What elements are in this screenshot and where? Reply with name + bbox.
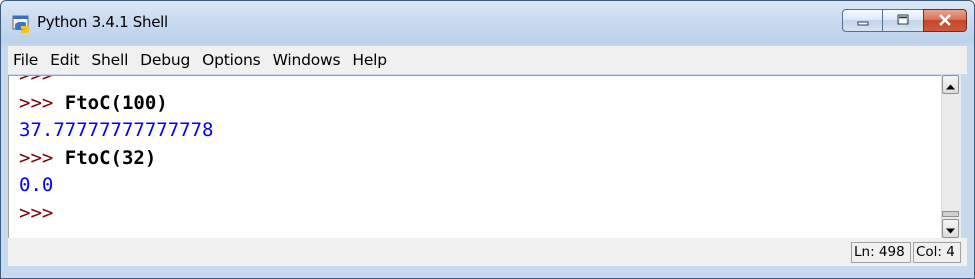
shell-result: 0.0 [19,174,54,196]
menu-help[interactable]: Help [346,51,393,69]
shell-line: 37.77777777777778 [19,119,213,141]
shell-line: >>> FtoC(100) [19,92,168,114]
minimize-button[interactable] [842,9,883,32]
arrow-up-icon [946,75,955,94]
maximize-button[interactable] [882,9,924,32]
menu-bar: File Edit Shell Debug Options Windows He… [8,46,967,74]
menu-options[interactable]: Options [196,51,266,69]
shell-result: 37.77777777777778 [19,119,214,141]
scrollbar-thumb[interactable] [942,211,959,217]
shell-prompt: >>> [19,75,54,86]
menu-windows[interactable]: Windows [267,51,347,69]
shell-line: >>> [19,202,53,224]
shell-line: >>> [19,75,54,86]
caption-buttons [842,9,967,32]
menu-edit[interactable]: Edit [44,51,85,69]
shell-line: >>> FtoC(32) [19,147,156,169]
shell-command: FtoC(32) [64,146,157,169]
arrow-down-icon [946,219,955,238]
shell-prompt: >>> [19,201,54,224]
window-title: Python 3.4.1 Shell [37,13,168,31]
shell-prompt: >>> [19,146,54,169]
status-bar: Ln: 498 Col: 4 [8,238,967,266]
scroll-up-button[interactable] [942,75,959,94]
title-bar[interactable]: Python 3.4.1 Shell [1,1,974,45]
shell-text-area[interactable]: >>> >>> FtoC(100) 37.77777777777778 >>> … [8,75,941,239]
shell-window: Python 3.4.1 Shell File Edit Shell Debug… [0,0,975,279]
close-icon [938,11,952,30]
shell-command: FtoC(100) [64,91,168,114]
menu-file[interactable]: File [8,51,44,69]
vertical-scrollbar[interactable] [941,75,961,238]
column-number-indicator: Col: 4 [913,242,961,263]
line-number-indicator: Ln: 498 [851,242,911,263]
python-shell-icon[interactable] [12,14,32,34]
maximize-icon [896,11,910,30]
shell-output: >>> >>> FtoC(100) 37.77777777777778 >>> … [19,75,213,227]
scroll-down-button[interactable] [942,219,959,238]
shell-line: 0.0 [19,174,53,196]
menu-shell[interactable]: Shell [85,51,134,69]
menu-debug[interactable]: Debug [134,51,196,69]
shell-prompt: >>> [19,91,54,114]
close-button[interactable] [923,9,967,32]
minimize-icon [856,11,870,30]
